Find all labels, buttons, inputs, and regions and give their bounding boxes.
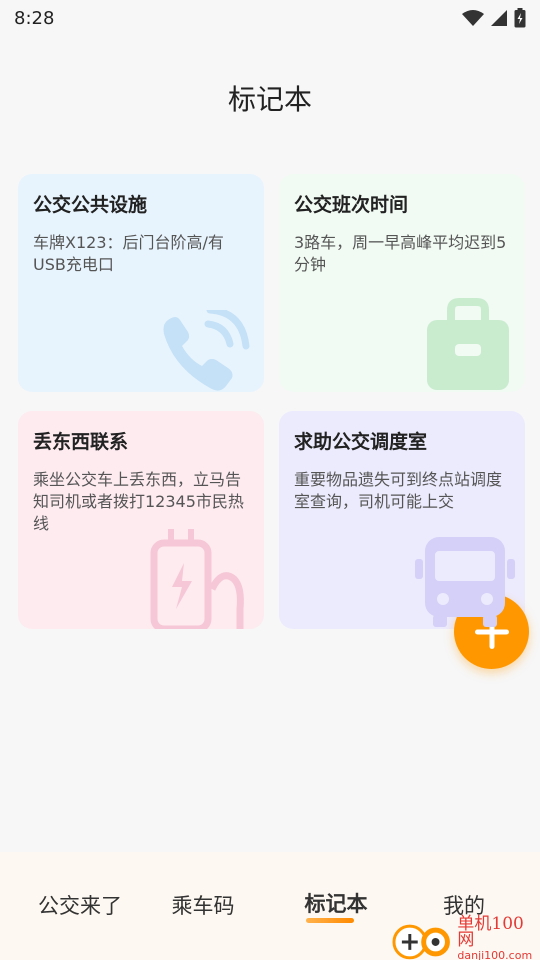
watermark-text: 单机100网 danji100.com bbox=[457, 916, 540, 960]
card-title: 公交班次时间 bbox=[294, 194, 409, 216]
note-card-schedule[interactable]: 公交班次时间 3路车，周一早高峰平均迟到5分钟 bbox=[279, 174, 525, 392]
status-icons bbox=[462, 8, 526, 28]
nav-item-ride-code[interactable]: 乘车码 bbox=[143, 890, 263, 920]
battery-icon bbox=[514, 8, 526, 28]
card-title: 求助公交调度室 bbox=[294, 431, 428, 453]
card-body: 重要物品遗失可到终点站调度室查询，司机可能上交 bbox=[294, 470, 503, 511]
wifi-icon bbox=[462, 10, 484, 26]
nav-item-bus-arrival[interactable]: 公交来了 bbox=[20, 890, 140, 920]
watermark-logo-icon bbox=[392, 924, 450, 960]
nav-item-notebook[interactable]: 标记本 bbox=[276, 888, 396, 923]
page-title: 标记本 bbox=[227, 83, 312, 116]
phone-icon bbox=[163, 310, 250, 391]
signal-icon bbox=[491, 10, 507, 26]
card-title: 公交公共设施 bbox=[33, 194, 148, 216]
briefcase-icon bbox=[427, 298, 509, 390]
note-card-facilities[interactable]: 公交公共设施 车牌X123：后门台阶高/有USB充电口 bbox=[18, 174, 264, 392]
status-time: 8:28 bbox=[14, 7, 55, 29]
watermark-sub: danji100.com bbox=[457, 949, 533, 960]
nav-item-label: 标记本 bbox=[304, 892, 368, 916]
bus-icon bbox=[415, 537, 515, 627]
watermark-main: 单机100网 bbox=[457, 914, 524, 950]
card-body: 车牌X123：后门台阶高/有USB充电口 bbox=[33, 233, 224, 274]
note-card-lost-items[interactable]: 丢东西联系 乘坐公交车上丢东西，立马告知司机或者拨打12345市民热线 bbox=[18, 411, 264, 629]
note-card-dispatch[interactable]: 求助公交调度室 重要物品遗失可到终点站调度室查询，司机可能上交 bbox=[279, 411, 525, 629]
watermark: 单机100网 danji100.com bbox=[390, 916, 540, 960]
card-body: 乘坐公交车上丢东西，立马告知司机或者拨打12345市民热线 bbox=[33, 470, 244, 533]
status-bar: 8:28 bbox=[0, 0, 540, 36]
active-tab-indicator bbox=[306, 918, 354, 923]
charger-icon bbox=[150, 529, 244, 629]
card-body: 3路车，周一早高峰平均迟到5分钟 bbox=[294, 233, 507, 274]
card-title: 丢东西联系 bbox=[33, 431, 129, 453]
